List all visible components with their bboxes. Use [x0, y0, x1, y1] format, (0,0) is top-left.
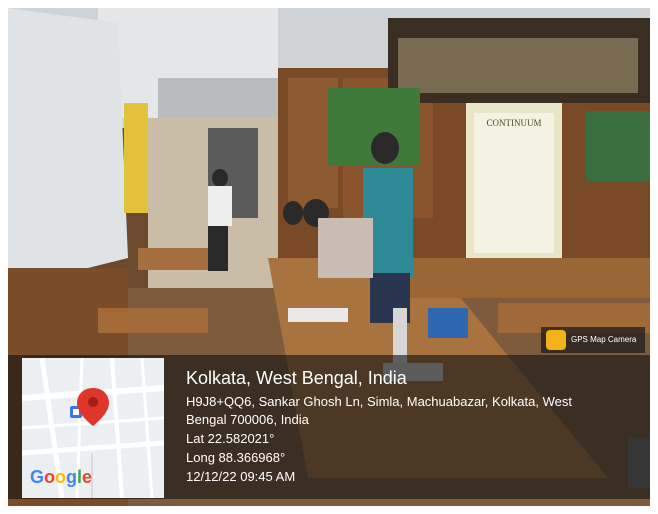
google-logo: Google: [30, 467, 93, 487]
gps-camera-badge: GPS Map Camera: [541, 327, 645, 353]
latitude-text: Lat 22.582021°: [186, 431, 275, 446]
location-address: H9J8+QQ6, Sankar Ghosh Ln, Simla, Machua…: [186, 394, 572, 427]
location-title: Kolkata, West Bengal, India: [186, 368, 407, 388]
badge-label: GPS Map Camera: [571, 335, 637, 344]
map-thumbnail[interactable]: Google: [22, 358, 164, 498]
longitude-text: Long 88.366968°: [186, 450, 286, 465]
datetime-text: 12/12/22 09:45 AM: [186, 469, 296, 484]
poster-title: CONTINUUM: [487, 118, 542, 128]
location-info: Kolkata, West Bengal, India H9J8+QQ6, Sa…: [186, 366, 626, 486]
camera-app-icon: [546, 330, 566, 350]
